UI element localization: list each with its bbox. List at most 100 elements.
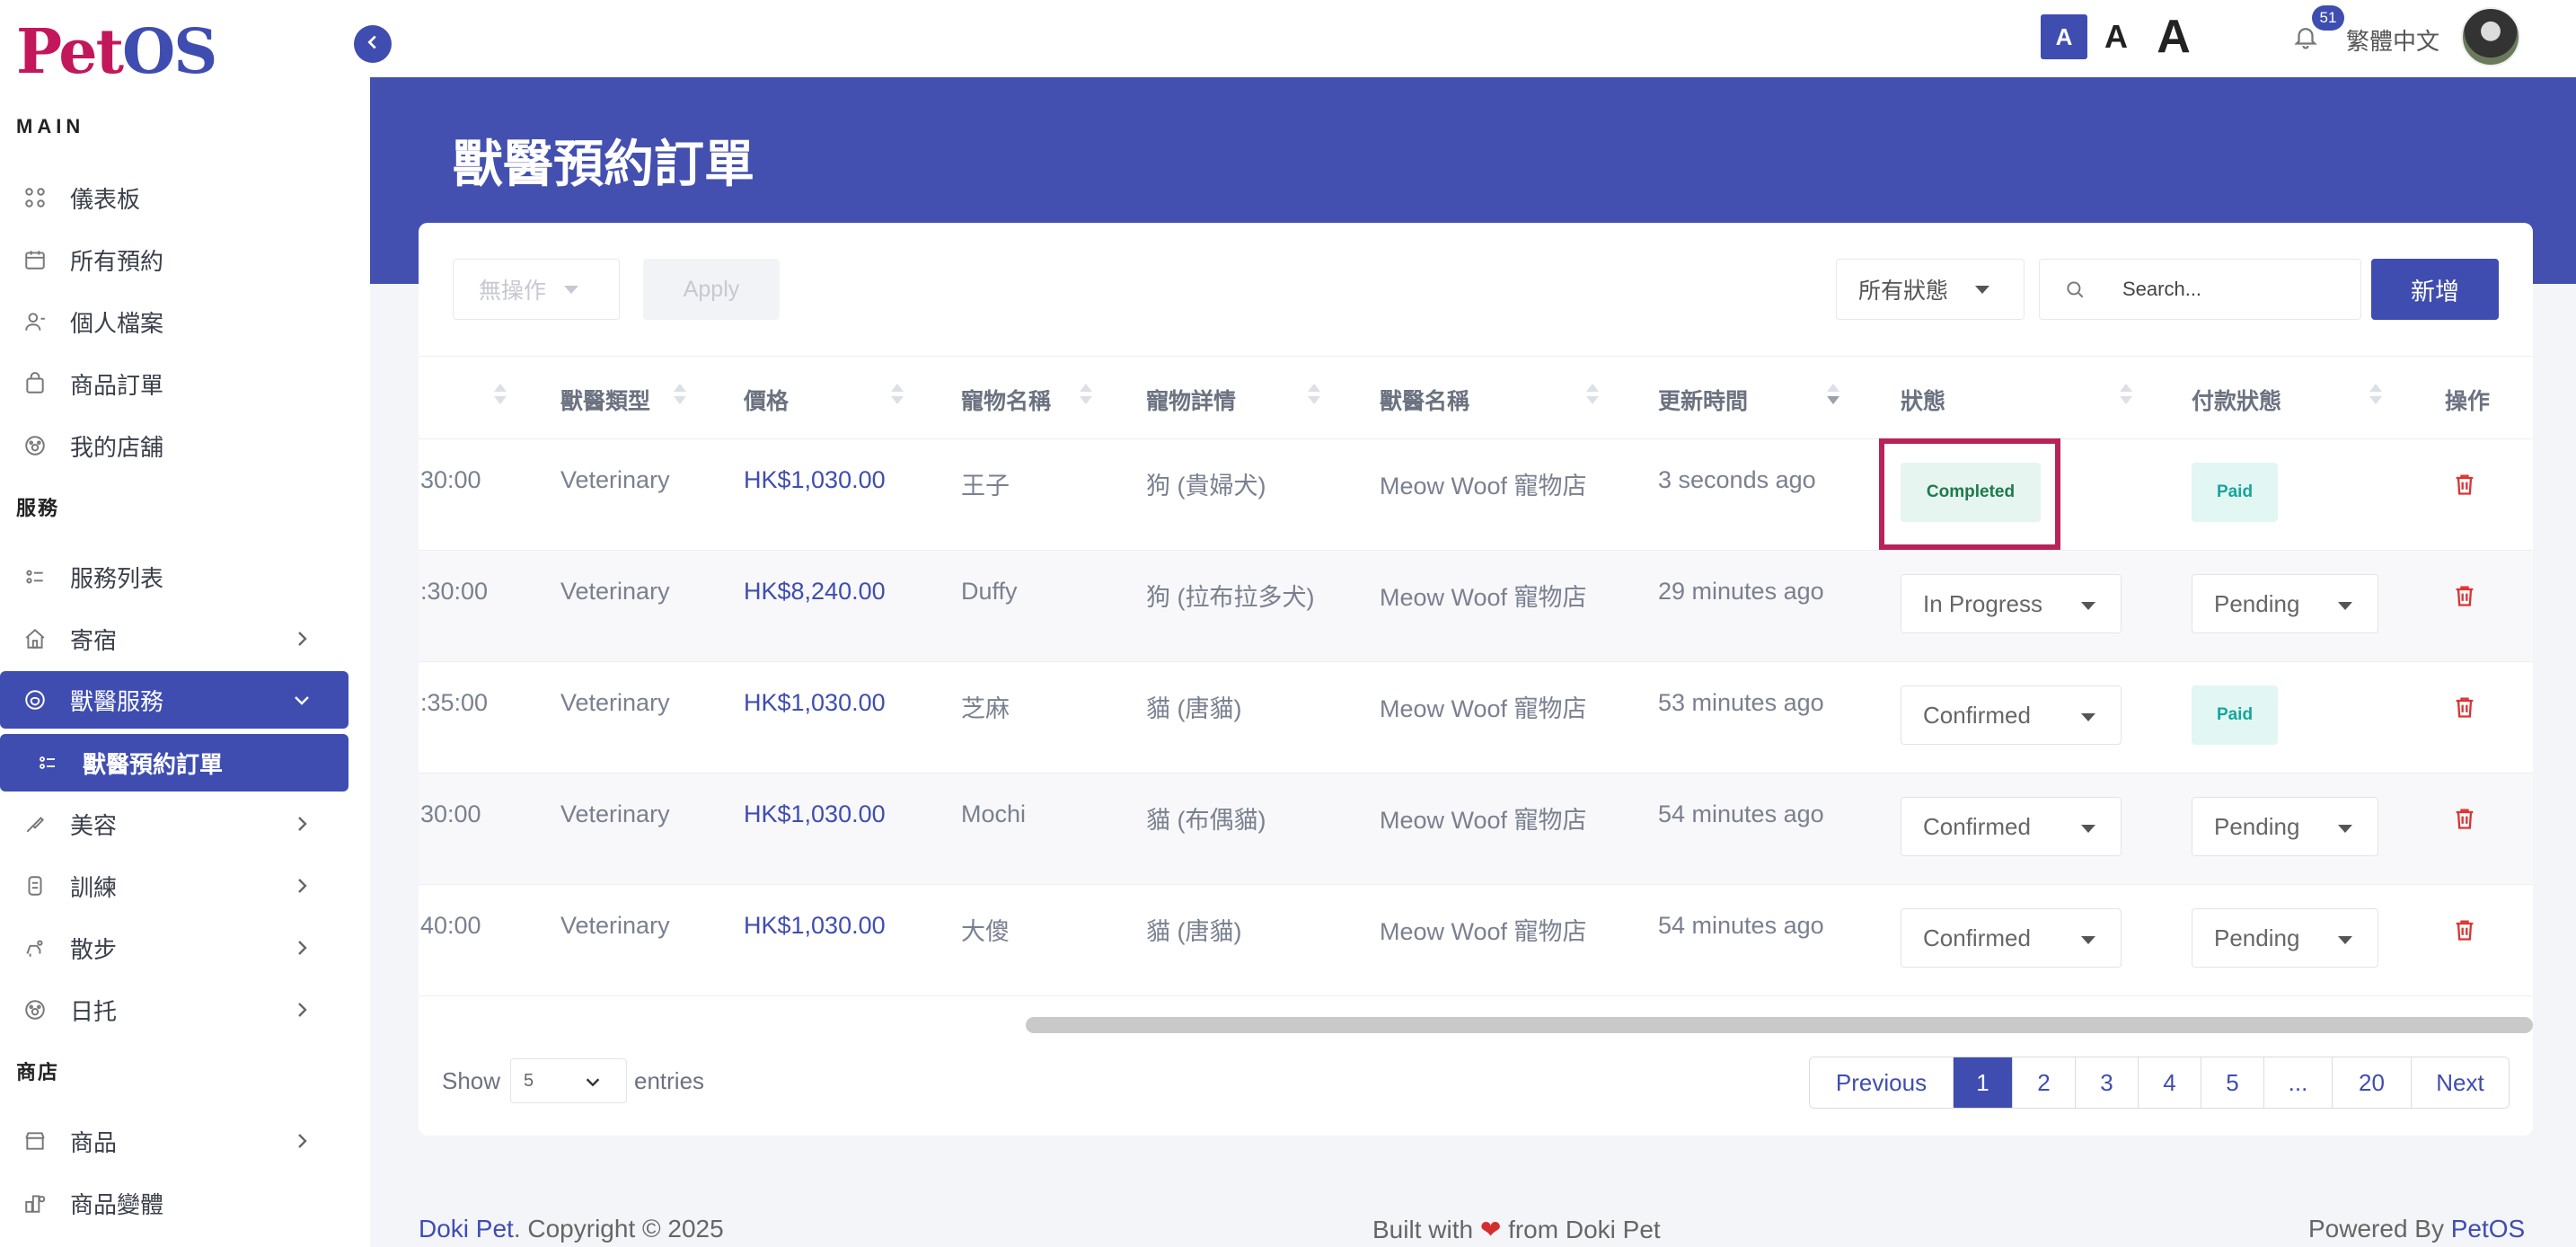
column-header-updated[interactable]: 更新時間 bbox=[1658, 384, 1748, 416]
table-row: :30:00 Veterinary HK$8,240.00 Duffy 狗 (拉… bbox=[419, 550, 2533, 661]
footer-brand-link[interactable]: Doki Pet bbox=[419, 1215, 514, 1243]
pet-detail-cell: 狗 (貴婦犬) bbox=[1146, 473, 1266, 500]
trash-icon[interactable] bbox=[2452, 581, 2477, 610]
column-header-actions: 操作 bbox=[2445, 389, 2491, 414]
trash-icon[interactable] bbox=[2452, 693, 2477, 721]
status-select[interactable]: Confirmed bbox=[1901, 797, 2122, 856]
sidebar-item-all-bookings[interactable]: 所有預約 bbox=[0, 231, 348, 288]
chevron-right-icon bbox=[291, 628, 313, 650]
page-ellipsis: ... bbox=[2264, 1057, 2333, 1108]
page-button-3[interactable]: 3 bbox=[2076, 1057, 2139, 1108]
status-select[interactable]: Confirmed bbox=[1901, 908, 2122, 968]
column-header-pet-name[interactable]: 寵物名稱 bbox=[961, 384, 1051, 416]
column-header-status[interactable]: 狀態 bbox=[1901, 384, 1945, 416]
vet-type-cell: Veterinary bbox=[560, 912, 670, 939]
sort-desc-icon[interactable] bbox=[1827, 384, 1839, 409]
pet-detail-cell: 貓 (布偶貓) bbox=[1146, 807, 1266, 834]
column-header-vet-type[interactable]: 獸醫類型 bbox=[560, 384, 650, 416]
sidebar-item-grooming[interactable]: 美容 bbox=[0, 795, 348, 853]
sort-icon[interactable] bbox=[674, 384, 686, 409]
font-size-small-button[interactable]: A bbox=[2041, 14, 2087, 59]
sidebar-item-vet-orders[interactable]: 獸醫預約訂單 bbox=[0, 734, 348, 792]
page-button-2[interactable]: 2 bbox=[2013, 1057, 2076, 1108]
price-cell: HK$8,240.00 bbox=[744, 578, 886, 605]
notification-badge: 51 bbox=[2312, 5, 2344, 31]
footer-built-with: Built with ❤ from Doki Pet bbox=[1372, 1216, 1661, 1243]
next-page-button[interactable]: Next bbox=[2412, 1057, 2509, 1108]
sort-icon[interactable] bbox=[1586, 384, 1599, 409]
table-row: 40:00 Veterinary HK$1,030.00 大傻 貓 (唐貓) M… bbox=[419, 884, 2533, 995]
collapse-sidebar-button[interactable] bbox=[354, 25, 392, 63]
vet-name-cell: Meow Woof 寵物店 bbox=[1380, 584, 1587, 611]
payment-select[interactable]: Pending bbox=[2192, 574, 2378, 633]
payment-badge: Paid bbox=[2192, 463, 2278, 522]
page-button-5[interactable]: 5 bbox=[2201, 1057, 2264, 1108]
vet-type-cell: Veterinary bbox=[560, 800, 670, 827]
top-bar bbox=[370, 0, 2576, 77]
sidebar-item-walking[interactable]: 散步 bbox=[0, 919, 348, 977]
column-header-price[interactable]: 價格 bbox=[744, 384, 789, 416]
sort-icon[interactable] bbox=[2369, 384, 2382, 409]
sidebar-item-dashboard[interactable]: 儀表板 bbox=[0, 169, 348, 226]
apply-button[interactable]: Apply bbox=[643, 259, 780, 320]
chevron-down-icon bbox=[583, 1072, 603, 1092]
sidebar-item-product-orders[interactable]: 商品訂單 bbox=[0, 355, 348, 412]
column-header-payment[interactable]: 付款狀態 bbox=[2192, 384, 2281, 416]
home-icon bbox=[22, 625, 49, 652]
sidebar-item-daycare[interactable]: 日托 bbox=[0, 981, 348, 1039]
sort-icon[interactable] bbox=[494, 384, 507, 409]
payment-select[interactable]: Pending bbox=[2192, 797, 2378, 856]
sidebar-item-vet-services[interactable]: 獸醫服務 bbox=[0, 671, 348, 729]
sort-icon[interactable] bbox=[1080, 384, 1092, 409]
footer-powered-by: Powered By PetOS bbox=[2308, 1215, 2526, 1243]
shopping-bag-icon bbox=[22, 370, 49, 397]
sidebar-item-product-variants[interactable]: 商品變體 bbox=[0, 1174, 348, 1232]
language-selector[interactable]: 繁體中文 bbox=[2346, 23, 2439, 57]
sort-icon[interactable] bbox=[891, 384, 904, 409]
sort-icon[interactable] bbox=[2120, 384, 2132, 409]
pet-detail-cell: 狗 (拉布拉多犬) bbox=[1146, 584, 1315, 611]
scrollbar-thumb[interactable] bbox=[1026, 1017, 2533, 1033]
sidebar-item-service-list[interactable]: 服務列表 bbox=[0, 548, 348, 606]
paw-badge-icon bbox=[22, 996, 49, 1023]
font-size-large-button[interactable]: A bbox=[2150, 11, 2197, 63]
page-button-1[interactable]: 1 bbox=[1954, 1057, 2013, 1108]
column-header-vet-name[interactable]: 獸醫名稱 bbox=[1380, 384, 1469, 416]
calendar-icon bbox=[22, 246, 49, 273]
page-button-20[interactable]: 20 bbox=[2333, 1057, 2412, 1108]
footer-petos-link[interactable]: PetOS bbox=[2451, 1215, 2525, 1243]
vet-name-cell: Meow Woof 寵物店 bbox=[1380, 918, 1587, 945]
updated-cell: 53 minutes ago bbox=[1658, 689, 1824, 716]
heart-icon: ❤ bbox=[1479, 1216, 1502, 1243]
search-icon[interactable] bbox=[2039, 259, 2111, 320]
status-select[interactable]: Confirmed bbox=[1901, 685, 2122, 745]
sidebar-item-training[interactable]: 訓練 bbox=[0, 857, 348, 915]
sort-icon[interactable] bbox=[1308, 384, 1320, 409]
caret-down-icon bbox=[2338, 602, 2352, 610]
search-input[interactable]: Search... bbox=[2110, 259, 2361, 320]
previous-page-button[interactable]: Previous bbox=[1810, 1057, 1954, 1108]
sidebar-item-boarding[interactable]: 寄宿 bbox=[0, 610, 348, 668]
bulk-action-select[interactable]: 無操作 bbox=[453, 259, 620, 320]
petos-logo[interactable]: PetOS bbox=[16, 16, 217, 88]
add-button[interactable]: 新增 bbox=[2371, 259, 2499, 320]
trash-icon[interactable] bbox=[2452, 915, 2477, 944]
status-select[interactable]: In Progress bbox=[1901, 574, 2122, 633]
chevron-right-icon bbox=[291, 813, 313, 835]
sidebar-item-products[interactable]: 商品 bbox=[0, 1112, 348, 1170]
page-button-4[interactable]: 4 bbox=[2139, 1057, 2201, 1108]
sidebar-item-my-store[interactable]: 我的店舖 bbox=[0, 417, 348, 474]
payment-select[interactable]: Pending bbox=[2192, 908, 2378, 968]
horizontal-scrollbar[interactable] bbox=[419, 1010, 2533, 1040]
page-length-select[interactable]: 5 bbox=[510, 1058, 627, 1103]
trash-icon[interactable] bbox=[2452, 470, 2477, 499]
font-size-medium-button[interactable]: A bbox=[2096, 14, 2136, 59]
time-cell: 40:00 bbox=[420, 912, 481, 939]
column-header-pet-detail[interactable]: 寵物詳情 bbox=[1146, 384, 1236, 416]
avatar[interactable] bbox=[2461, 7, 2520, 66]
sidebar-item-profile[interactable]: 個人檔案 bbox=[0, 293, 348, 350]
vet-type-cell: Veterinary bbox=[560, 578, 670, 605]
trash-icon[interactable] bbox=[2452, 804, 2477, 833]
caret-down-icon bbox=[1975, 285, 1990, 294]
status-filter-select[interactable]: 所有狀態 bbox=[1836, 259, 2025, 320]
